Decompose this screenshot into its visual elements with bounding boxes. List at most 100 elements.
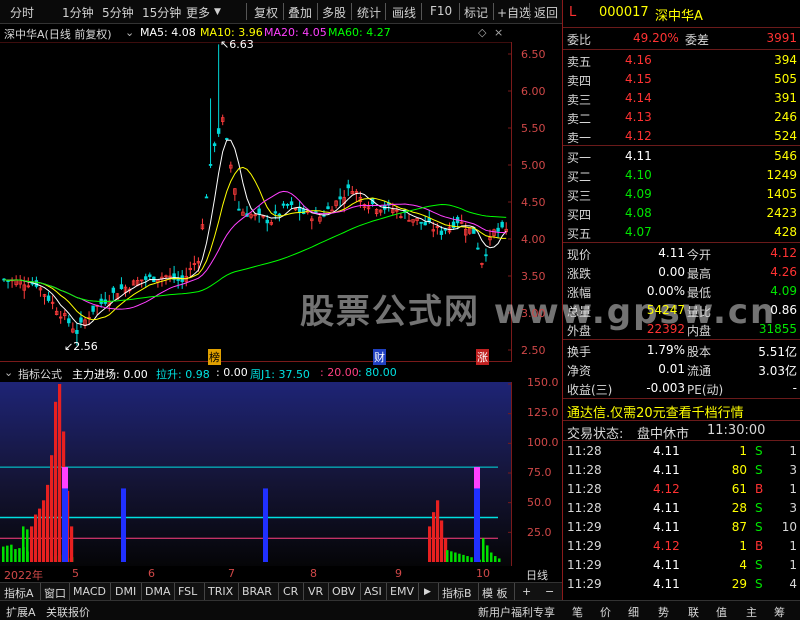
notice-banner[interactable]: 通达信.仅需20元查看千档行情	[565, 401, 799, 421]
period-selector[interactable]: 日线	[526, 567, 548, 583]
tab-extend-a[interactable]: 扩展A	[6, 604, 36, 620]
tab-linked[interactable]: 联	[688, 604, 699, 620]
more-tabs-icon[interactable]: ▶	[424, 587, 431, 597]
tab-1min[interactable]: 1分钟	[62, 4, 94, 21]
btn-multi-stock[interactable]: 多股	[322, 4, 346, 21]
tab-brar[interactable]: BRAR	[242, 585, 272, 598]
tab-indicator-a[interactable]: 指标A	[4, 585, 34, 601]
btn-add-watchlist[interactable]: +自选	[497, 4, 531, 21]
tab-linked-quote[interactable]: 关联报价	[46, 604, 90, 620]
low-arrow-icon: ↙	[64, 340, 74, 353]
date-tick: 8	[310, 567, 317, 580]
candle-body	[338, 196, 342, 200]
ind-tick: 50.0	[527, 496, 552, 509]
quote-label: 量比	[687, 305, 712, 319]
zoom-out-button[interactable]: −	[545, 585, 554, 598]
quote-value: 0.01	[658, 362, 685, 376]
btn-mark[interactable]: 标记	[464, 4, 488, 21]
candle-body	[419, 221, 423, 224]
bid-label: 买三	[567, 189, 592, 203]
diamond-icon[interactable]: ◇	[478, 26, 486, 39]
promo-link[interactable]: 新用户福利专享	[478, 604, 555, 620]
indicator-name[interactable]: 指标公式	[18, 366, 62, 382]
candle-body	[79, 317, 83, 323]
bid-price: 4.07	[625, 225, 652, 239]
quote-panel: L 000017 深中华A 委比 49.20% 委差 3991 卖五 4.16 39…	[562, 0, 800, 600]
tab-dmi[interactable]: DMI	[115, 585, 136, 598]
btn-f10[interactable]: F10	[430, 4, 452, 18]
quote-row: 外盘 22392 内盘 31855	[565, 321, 799, 339]
tick-direction: S	[755, 501, 763, 515]
ind-tick: 25.0	[527, 526, 552, 539]
high-annotation: ↖6.63	[220, 38, 254, 51]
tab-intraday[interactable]: 分时	[10, 4, 34, 21]
candle-body	[265, 219, 269, 224]
bid-price: 4.09	[625, 187, 652, 201]
zoom-in-button[interactable]: +	[522, 585, 531, 598]
close-icon[interactable]: ×	[494, 26, 503, 39]
quote-value: 22392	[646, 322, 685, 336]
chevron-down-icon[interactable]: ▼	[214, 7, 221, 17]
date-tick: 5	[72, 567, 79, 580]
tab-window[interactable]: 窗口	[44, 585, 66, 601]
tab-trend[interactable]: 势	[658, 604, 669, 620]
btn-restore-rights[interactable]: 复权	[254, 4, 278, 21]
indicator-chart[interactable]	[0, 382, 512, 566]
red-bar	[54, 401, 58, 562]
ask-price: 4.13	[625, 110, 652, 124]
event-mark-bang[interactable]: 榜	[208, 349, 221, 365]
tick-count: 10	[781, 520, 797, 534]
tab-dma[interactable]: DMA	[145, 585, 171, 598]
tick-volume: 80	[731, 463, 747, 477]
tick-row: 11:29 4.11 29 S 4	[565, 576, 799, 594]
tab-emv[interactable]: EMV	[390, 585, 414, 598]
tab-obv[interactable]: OBV	[332, 585, 355, 598]
tab-5min[interactable]: 5分钟	[102, 4, 134, 21]
date-tick: 6	[148, 567, 155, 580]
candle-body	[216, 128, 221, 134]
tick-volume: 87	[731, 520, 747, 534]
chevron-down-icon[interactable]: ⌄	[4, 366, 13, 379]
tab-cr[interactable]: CR	[283, 585, 298, 598]
btn-statistics[interactable]: 统计	[357, 4, 381, 21]
tab-value[interactable]: 值	[716, 604, 727, 620]
tab-asi[interactable]: ASI	[364, 585, 382, 598]
tab-detail[interactable]: 细	[628, 604, 639, 620]
tab-main[interactable]: 主	[746, 604, 757, 620]
event-mark-zhang[interactable]: 涨	[476, 349, 489, 365]
candle-body	[423, 222, 427, 226]
tab-fsl[interactable]: FSL	[178, 585, 197, 598]
tab-trades[interactable]: 笔	[572, 604, 583, 620]
tab-trix[interactable]: TRIX	[208, 585, 233, 598]
tab-chips[interactable]: 筹	[774, 604, 785, 620]
candle-body	[439, 230, 444, 235]
event-mark-cai[interactable]: 财	[373, 349, 386, 365]
quote-value: -	[792, 381, 797, 395]
tick-direction: S	[755, 444, 763, 458]
green-bar	[454, 552, 457, 562]
green-bar	[446, 550, 449, 562]
tab-template[interactable]: 模 板	[482, 585, 508, 601]
candle-body	[237, 208, 241, 211]
chevron-down-icon[interactable]: ⌄	[125, 26, 134, 39]
btn-overlay[interactable]: 叠加	[288, 4, 312, 21]
tick-price: 4.11	[653, 463, 680, 477]
btn-back[interactable]: 返回	[534, 4, 558, 21]
tab-macd[interactable]: MACD	[73, 585, 106, 598]
candle-body	[326, 206, 330, 210]
ma5-label: MA5: 4.08	[140, 26, 196, 39]
tab-vr[interactable]: VR	[308, 585, 323, 598]
btn-draw-line[interactable]: 画线	[392, 4, 416, 21]
candle-body	[225, 138, 229, 140]
candle-body	[144, 276, 148, 280]
tick-price: 4.11	[653, 558, 680, 572]
candle-body	[148, 274, 152, 277]
tab-15min[interactable]: 15分钟	[142, 4, 181, 21]
ask-label: 卖二	[567, 112, 592, 126]
tab-indicator-b[interactable]: 指标B	[442, 585, 472, 601]
tab-price[interactable]: 价	[600, 604, 611, 620]
tab-more[interactable]: 更多	[186, 4, 210, 21]
red-bar	[38, 508, 42, 562]
quote-label: 流通	[687, 364, 712, 378]
date-axis: 2022年 5 6 7 8 9 10	[0, 566, 512, 582]
